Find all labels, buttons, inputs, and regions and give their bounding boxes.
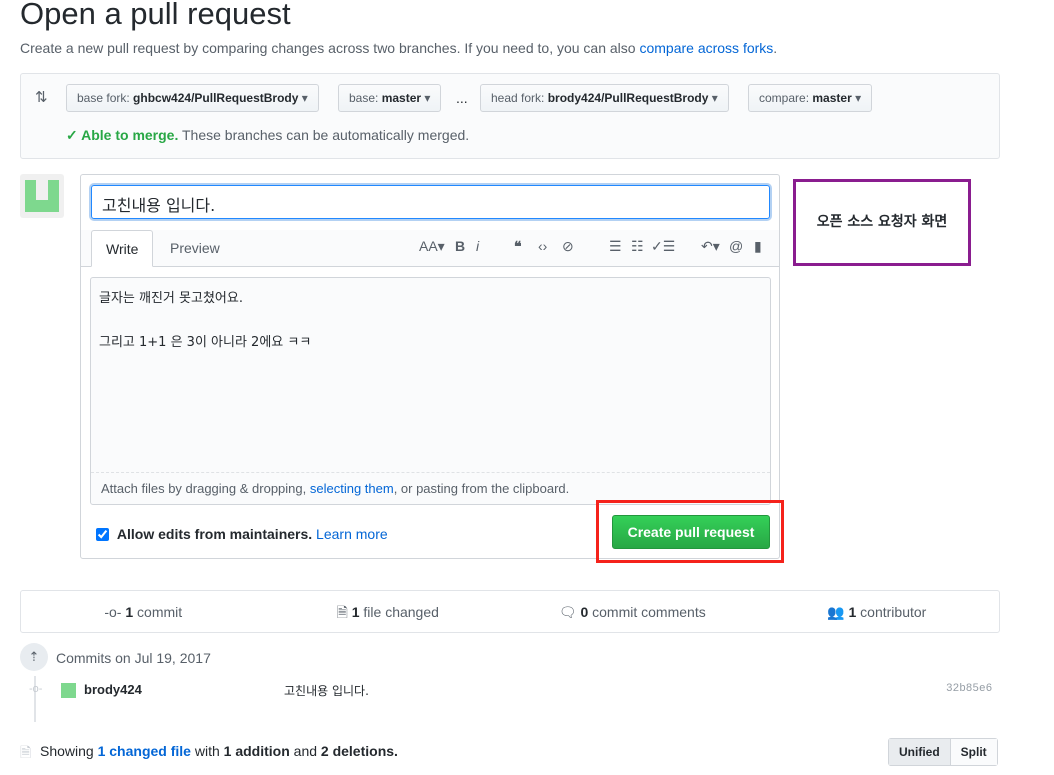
changed-file-link[interactable]: 1 changed file [98,743,191,759]
tab-preview[interactable]: Preview [156,230,234,267]
learn-more-link[interactable]: Learn more [316,526,388,542]
commit-author[interactable]: brody424 [84,682,142,697]
label: base: [349,91,379,105]
head-fork-select[interactable]: head fork: brody424/PullRequestBrody ▾ [480,84,729,112]
ordered-list-icon[interactable]: ☷ [631,238,644,255]
summary-stats: -o- 1 commit 🗎 1 file changed 🗨 0 commit… [20,590,1000,633]
range-editor: ⇅ base fork: ghbcw424/PullRequestBrody ▾… [20,73,1000,159]
annotation-label: 오픈 소스 요청자 화면 [793,179,971,266]
base-branch-select[interactable]: base: master ▾ [338,84,442,112]
value: ghbcw424/PullRequestBrody [133,91,299,105]
allow-edits-label[interactable]: Allow edits from maintainers. [117,526,312,542]
compare-arrows-icon: ⇅ [35,89,48,106]
header-icon[interactable]: AA▾ [419,238,445,255]
page-subtitle: Create a new pull request by comparing c… [20,40,777,56]
diff-view-toggle: Unified Split [888,738,998,766]
label: file changed [359,604,439,620]
split-button[interactable]: Split [950,739,997,765]
merge-message: These branches can be automatically merg… [178,127,470,143]
italic-icon[interactable]: i [476,238,479,254]
additions: 1 addition [223,743,290,759]
task-list-icon[interactable]: ✓☰ [651,238,675,255]
body-text[interactable]: 글자는 깨진거 못고쳤어요. 그리고 1+1 은 3이 아니라 2에요 ㅋㅋ [91,278,770,364]
body-textarea[interactable]: 글자는 깨진거 못고쳤어요. 그리고 1+1 은 3이 아니라 2에요 ㅋㅋ A… [90,277,771,505]
compare-branch-select[interactable]: compare: master ▾ [748,84,873,112]
base-fork-select[interactable]: base fork: ghbcw424/PullRequestBrody ▾ [66,84,319,112]
count: 1 [351,604,360,620]
allow-edits-checkbox[interactable] [96,528,109,541]
code-icon[interactable]: ‹› [538,238,547,254]
text: and [289,743,321,759]
mention-icon[interactable]: @ [729,238,743,254]
quote-icon[interactable]: ❝ [514,238,522,255]
merge-status: ✓ Able to merge. These branches can be a… [66,127,469,144]
attach-text: Attach files by dragging & dropping, [101,481,310,496]
commit-author-avatar[interactable] [61,683,76,698]
comment-icon: 🗨 [558,604,577,620]
label: contributor [856,604,927,620]
people-icon: 👥 [827,604,845,620]
comments-stat[interactable]: 🗨 0 commit comments [510,591,755,632]
commit-message[interactable]: 고친내용 입니다. [284,682,369,699]
ellipsis: ... [456,90,468,106]
commit-icon: -o- [104,604,122,620]
contributors-stat[interactable]: 👥 1 contributor [755,591,1000,632]
subtitle-end: . [773,40,778,56]
label: compare: [759,91,810,105]
attach-text-end: , or pasting from the clipboard. [393,481,570,496]
label: commit [133,604,183,620]
commits-stat[interactable]: -o- 1 commit [21,591,266,632]
unordered-list-icon[interactable]: ☰ [609,238,622,255]
label: head fork: [491,91,545,105]
editor-tabs: Write Preview AA▾ B i ❝ ‹› ⊘ ☰ ☷ ✓☰ ↶▾ @… [81,230,779,267]
allow-edits-row: Allow edits from maintainers. Learn more [96,526,388,542]
text: Showing [40,743,98,759]
avatar[interactable] [20,174,64,218]
repo-push-icon: ⇡ [20,643,48,671]
value: master [812,91,852,105]
file-diff-icon: 🗎 [336,604,348,620]
bold-icon[interactable]: B [455,238,465,254]
value: brody424/PullRequestBrody [547,91,709,105]
check-icon: ✓ [66,127,82,143]
deletions: 2 deletions. [320,743,398,759]
count: 1 [125,604,134,620]
select-files-link[interactable]: selecting them [310,481,394,496]
file-diff-icon: 🗎 [20,744,32,760]
commits-date-header: Commits on Jul 19, 2017 [56,650,211,666]
commit-sha[interactable]: 32b85e6 [946,683,992,695]
bookmark-icon[interactable]: ▮ [754,238,762,255]
label: commit comments [588,604,706,620]
page-title: Open a pull request [20,0,291,31]
files-stat[interactable]: 🗎 1 file changed [266,591,511,632]
commit-node-icon: -o- [29,683,43,695]
text: with [190,743,224,759]
unified-button[interactable]: Unified [889,739,951,765]
annotation-highlight-box [596,500,784,563]
link-icon[interactable]: ⊘ [562,238,574,255]
label: base fork: [77,91,130,105]
reply-icon[interactable]: ↶▾ [701,238,720,255]
merge-status-label: Able to merge. [81,127,179,143]
subtitle-text: Create a new pull request by comparing c… [20,40,640,56]
compare-across-forks-link[interactable]: compare across forks [639,40,773,56]
title-input[interactable]: 고친내용 입니다. [91,185,770,219]
diff-summary: Showing 1 changed file with 1 addition a… [40,743,398,759]
tab-write[interactable]: Write [91,230,154,267]
value: master [381,91,422,105]
